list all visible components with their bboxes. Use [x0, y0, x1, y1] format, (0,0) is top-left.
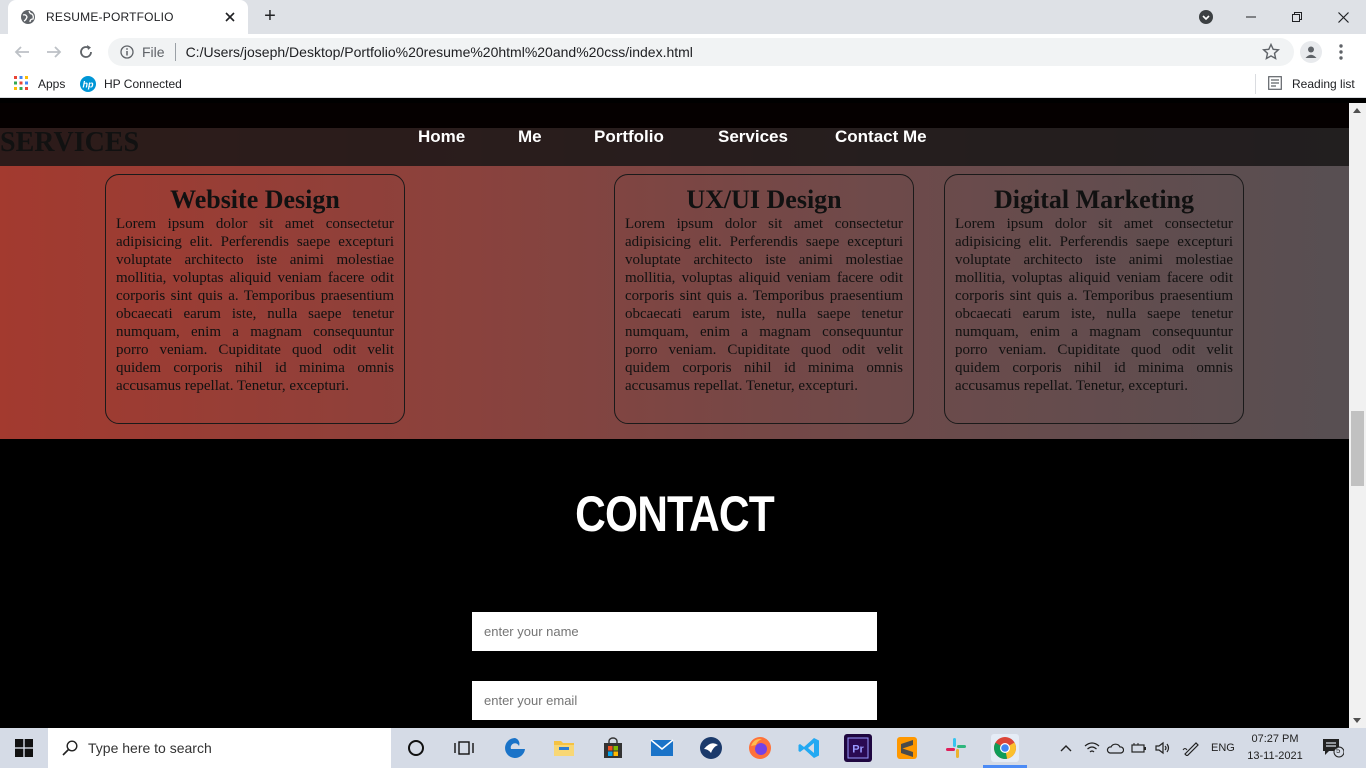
taskbar-search[interactable]: Type here to search — [48, 728, 391, 768]
email-field[interactable] — [472, 681, 877, 720]
battery-icon[interactable] — [1131, 728, 1147, 768]
url-scheme: File — [142, 44, 165, 60]
reading-list-icon — [1268, 76, 1284, 92]
service-card-body: Lorem ipsum dolor sit amet consectetur a… — [955, 216, 1233, 394]
name-field[interactable] — [472, 612, 877, 651]
cyberghost-icon[interactable] — [697, 734, 725, 762]
service-card-title: Website Design — [170, 185, 340, 214]
apps-grid-icon — [14, 76, 30, 92]
scroll-up-arrow[interactable] — [1353, 108, 1361, 113]
chrome-icon[interactable] — [991, 734, 1019, 762]
navbar — [0, 128, 1349, 166]
nav-home[interactable]: Home — [418, 127, 465, 147]
menu-icon[interactable] — [1338, 42, 1344, 62]
tab-title: RESUME-PORTFOLIO — [46, 10, 174, 24]
file-explorer-icon[interactable] — [550, 734, 578, 762]
header-strip — [0, 103, 1349, 128]
onedrive-icon[interactable] — [1106, 728, 1124, 768]
nav-portfolio[interactable]: Portfolio — [594, 127, 664, 147]
omnibox-separator — [174, 43, 176, 61]
browser-tab[interactable]: RESUME-PORTFOLIO — [8, 0, 248, 34]
nav-me[interactable]: Me — [518, 127, 542, 147]
windows-taskbar: Type here to search Pr ENG 07:27 PM 13-1… — [0, 728, 1366, 768]
hp-logo-icon: hp — [80, 76, 96, 92]
reading-list-button[interactable]: Reading list — [1268, 76, 1355, 92]
globe-icon — [20, 9, 36, 25]
contact-heading: CONTACT — [575, 486, 774, 542]
window-close-icon[interactable] — [1320, 0, 1366, 34]
profile-icon[interactable] — [1300, 41, 1322, 63]
bookmark-apps[interactable]: Apps — [14, 76, 65, 92]
bookmarks-bar: Apps hp HP Connected Reading list — [0, 70, 1366, 98]
minimize-icon[interactable] — [1228, 0, 1274, 34]
tab-search-icon[interactable] — [1198, 9, 1214, 25]
pen-icon[interactable] — [1182, 728, 1200, 768]
service-card-website-design: Website Design Lorem ipsum dolor sit ame… — [105, 174, 405, 424]
sublime-icon[interactable] — [893, 734, 921, 762]
services-heading: SERVICES — [0, 127, 140, 158]
premiere-icon[interactable]: Pr — [844, 734, 872, 762]
service-card-ux-ui-design: UX/UI Design Lorem ipsum dolor sit amet … — [614, 174, 914, 424]
scroll-down-arrow[interactable] — [1353, 718, 1361, 723]
services-section: SERVICES Home Me Portfolio Services Cont… — [0, 103, 1349, 439]
svg-text:Pr: Pr — [852, 744, 864, 756]
taskbar-search-placeholder: Type here to search — [88, 740, 212, 756]
mail-icon[interactable] — [648, 734, 676, 762]
browser-tab-strip: RESUME-PORTFOLIO + — [0, 0, 1366, 34]
nav-contact-me[interactable]: Contact Me — [835, 127, 927, 147]
clock-time: 07:27 PM — [1251, 733, 1299, 745]
scrollbar-thumb[interactable] — [1351, 411, 1364, 486]
browser-toolbar: File C:/Users/joseph/Desktop/Portfolio%2… — [0, 34, 1366, 70]
wifi-icon[interactable] — [1084, 728, 1100, 768]
url-text[interactable]: C:/Users/joseph/Desktop/Portfolio%20resu… — [186, 44, 693, 60]
page-viewport: SERVICES Home Me Portfolio Services Cont… — [0, 103, 1349, 728]
plus-icon[interactable]: + — [258, 6, 282, 28]
service-card-title: UX/UI Design — [686, 185, 842, 214]
cortana-icon[interactable] — [402, 734, 430, 762]
info-icon[interactable] — [120, 45, 134, 59]
volume-icon[interactable] — [1155, 728, 1171, 768]
edge-icon[interactable] — [501, 734, 529, 762]
bookmark-hp-connected[interactable]: hp HP Connected — [80, 76, 182, 92]
windows-start-icon[interactable] — [0, 728, 48, 768]
bookmarks-separator — [1255, 74, 1256, 94]
service-card-body: Lorem ipsum dolor sit amet consectetur a… — [625, 216, 903, 394]
nav-services[interactable]: Services — [718, 127, 788, 147]
bookmark-apps-label: Apps — [38, 77, 66, 91]
task-view-icon[interactable] — [450, 734, 478, 762]
vscode-icon[interactable] — [795, 734, 823, 762]
service-card-digital-marketing: Digital Marketing Lorem ipsum dolor sit … — [944, 174, 1244, 424]
reload-icon[interactable] — [76, 42, 96, 62]
page-scrollbar[interactable] — [1349, 103, 1366, 728]
clock-date: 13-11-2021 — [1247, 750, 1303, 762]
close-icon[interactable] — [222, 9, 238, 25]
address-bar[interactable]: File C:/Users/joseph/Desktop/Portfolio%2… — [108, 38, 1294, 66]
service-card-body: Lorem ipsum dolor sit amet consectetur a… — [116, 216, 394, 394]
slack-icon[interactable] — [942, 734, 970, 762]
notification-icon[interactable]: 5 — [1322, 738, 1345, 758]
bookmark-hp-label: HP Connected — [104, 77, 182, 91]
store-icon[interactable] — [599, 734, 627, 762]
forward-icon[interactable] — [44, 42, 64, 62]
restore-icon[interactable] — [1274, 0, 1320, 34]
firefox-icon[interactable] — [746, 734, 774, 762]
back-icon[interactable] — [12, 42, 32, 62]
language-indicator[interactable]: ENG — [1211, 728, 1235, 768]
reading-list-label: Reading list — [1292, 77, 1355, 91]
star-icon[interactable] — [1261, 42, 1281, 61]
taskbar-clock[interactable]: 07:27 PM 13-11-2021 — [1244, 731, 1306, 765]
chevron-up-icon[interactable] — [1060, 728, 1072, 768]
service-card-title: Digital Marketing — [993, 185, 1195, 214]
svg-text:hp: hp — [83, 80, 94, 90]
search-icon — [62, 740, 78, 756]
notification-count: 5 — [1336, 746, 1341, 755]
